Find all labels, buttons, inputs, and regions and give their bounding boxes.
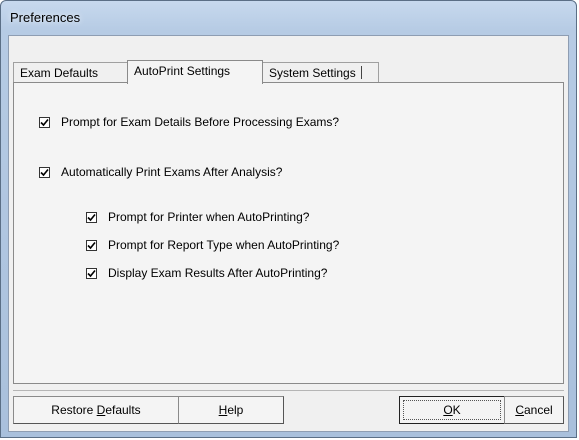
- checkbox-box[interactable]: [39, 166, 50, 178]
- checkmark-icon: [87, 241, 96, 249]
- prompt-exam-details-label: Prompt for Exam Details Before Processin…: [61, 115, 340, 129]
- display-results-checkbox[interactable]: Display Exam Results After AutoPrinting?: [86, 266, 327, 280]
- prompt-report-type-label: Prompt for Report Type when AutoPrinting…: [108, 238, 340, 252]
- checkmark-icon: [87, 213, 96, 221]
- auto-print-label: Automatically Print Exams After Analysis…: [61, 165, 283, 179]
- checkbox-box[interactable]: [86, 239, 97, 251]
- prompt-printer-checkbox[interactable]: Prompt for Printer when AutoPrinting?: [86, 210, 309, 224]
- preferences-window: Preferences Exam Defaults AutoPrint Sett…: [0, 0, 577, 438]
- button-bar: Restore Defaults Help OK Cancel: [13, 390, 564, 431]
- tab-autoprint-settings[interactable]: AutoPrint Settings: [127, 60, 263, 84]
- title-bar[interactable]: Preferences: [1, 1, 576, 35]
- checkbox-box[interactable]: [39, 116, 50, 128]
- window-title: Preferences: [10, 10, 81, 25]
- dialog-client-area: Exam Defaults AutoPrint Settings System …: [8, 35, 569, 432]
- prompt-printer-label: Prompt for Printer when AutoPrinting?: [108, 210, 310, 224]
- focus-rect: [403, 400, 501, 420]
- tab-autoprint-settings-label: AutoPrint Settings: [134, 64, 231, 78]
- tab-system-settings[interactable]: System Settings: [262, 62, 379, 82]
- checkbox-box[interactable]: [86, 267, 97, 279]
- ok-button[interactable]: OK: [399, 396, 505, 424]
- cancel-button[interactable]: Cancel: [504, 396, 564, 424]
- cancel-label-post: ancel: [523, 403, 553, 417]
- cancel-accesskey: C: [515, 403, 524, 417]
- display-results-label: Display Exam Results After AutoPrinting?: [108, 266, 328, 280]
- checkmark-icon: [40, 118, 49, 126]
- prompt-exam-details-checkbox[interactable]: Prompt for Exam Details Before Processin…: [39, 115, 339, 129]
- restore-defaults-label-post: efaults: [105, 403, 141, 417]
- tab-exam-defaults-label: Exam Defaults: [20, 66, 99, 80]
- help-label-post: elp: [227, 403, 244, 417]
- tab-separator: [360, 66, 362, 79]
- checkmark-icon: [87, 269, 96, 277]
- tab-system-settings-label: System Settings: [269, 66, 356, 80]
- tab-exam-defaults[interactable]: Exam Defaults: [13, 62, 128, 82]
- prompt-report-type-checkbox[interactable]: Prompt for Report Type when AutoPrinting…: [86, 238, 339, 252]
- restore-defaults-label-pre: Restore: [51, 403, 97, 417]
- restore-defaults-button[interactable]: Restore Defaults: [13, 396, 179, 424]
- auto-print-checkbox[interactable]: Automatically Print Exams After Analysis…: [39, 165, 282, 179]
- checkbox-box[interactable]: [86, 211, 97, 223]
- checkmark-icon: [40, 168, 49, 176]
- help-button[interactable]: Help: [178, 396, 284, 424]
